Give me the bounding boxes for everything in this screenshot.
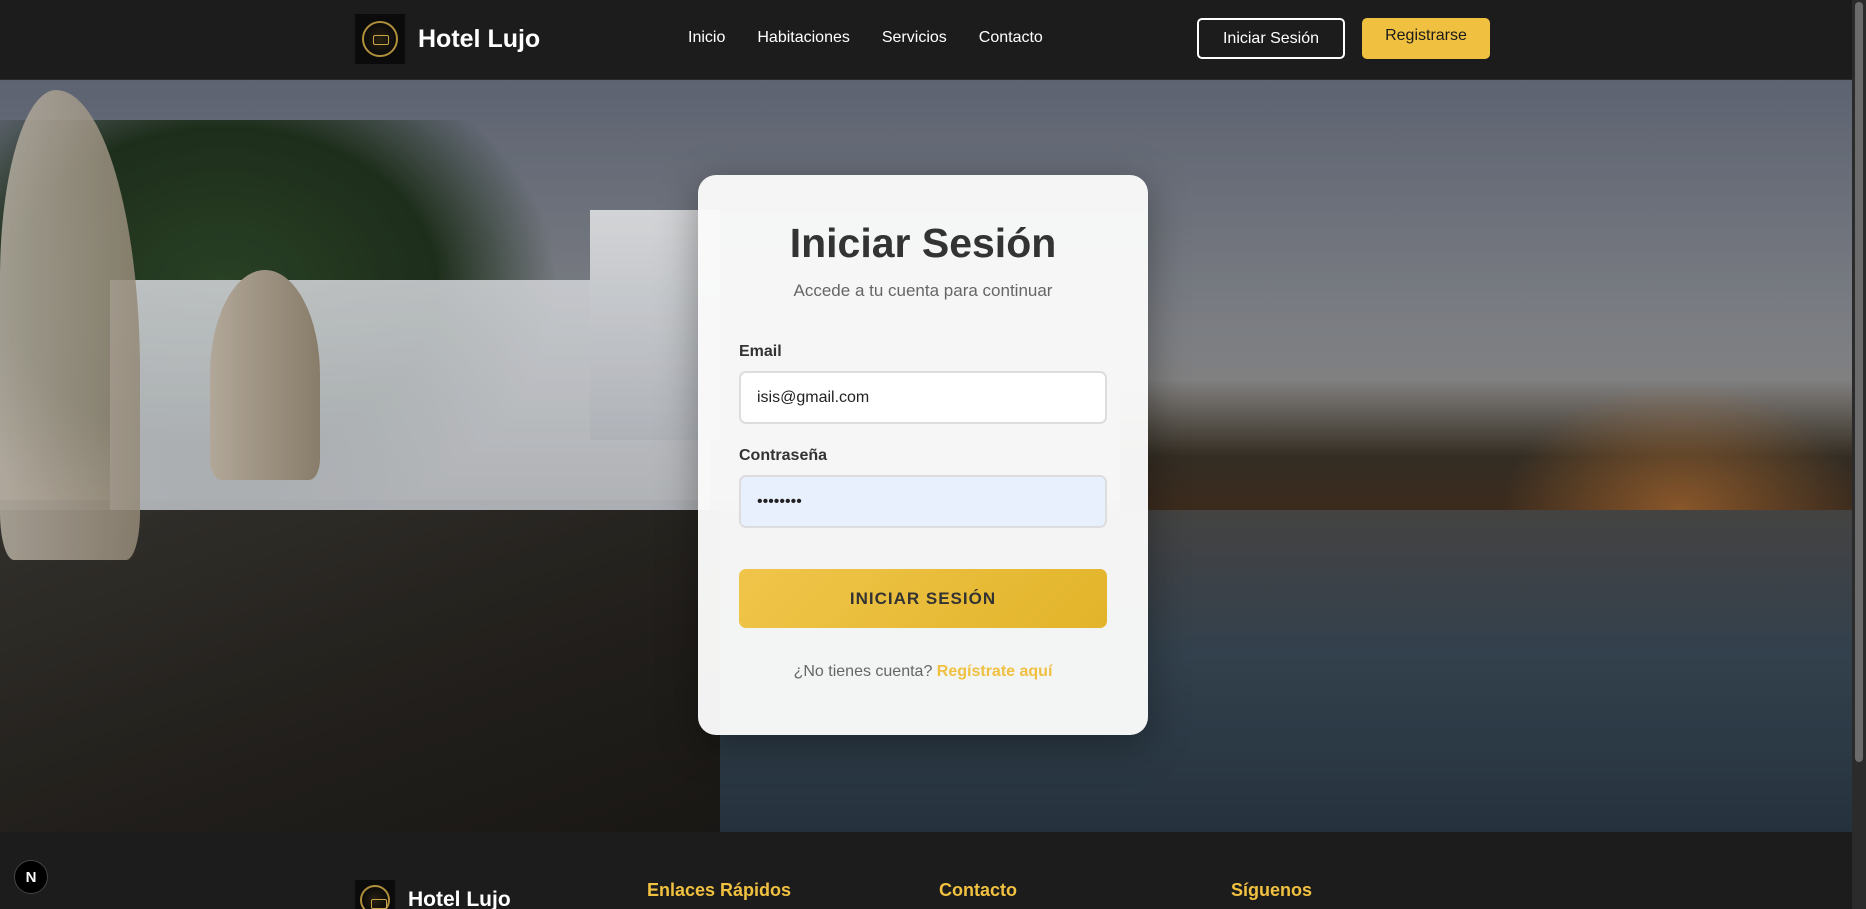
- hotel-logo-icon: [355, 14, 405, 64]
- page-scrollbar[interactable]: [1852, 0, 1866, 909]
- signup-link[interactable]: Regístrate aquí: [937, 663, 1053, 680]
- footer-brand-name: Hotel Lujo: [408, 888, 511, 909]
- footer-heading-contacto: Contacto: [939, 880, 1017, 900]
- nav-link-inicio[interactable]: Inicio: [688, 29, 725, 47]
- login-card: Iniciar Sesión Accede a tu cuenta para c…: [698, 175, 1148, 735]
- top-navbar: Hotel Lujo Inicio Habitaciones Servicios…: [0, 0, 1852, 80]
- footer-heading-siguenos: Síguenos: [1231, 880, 1313, 900]
- email-field[interactable]: [739, 371, 1107, 424]
- password-label: Contraseña: [739, 447, 828, 464]
- signup-prompt: ¿No tienes cuenta?: [793, 663, 933, 680]
- login-submit-button[interactable]: INICIAR SESIÓN: [739, 569, 1107, 628]
- footer-heading-enlaces: Enlaces Rápidos: [647, 880, 792, 900]
- login-title: Iniciar Sesión: [789, 220, 1057, 266]
- header-register-button[interactable]: Registrarse: [1362, 18, 1490, 59]
- nav-link-servicios[interactable]: Servicios: [882, 29, 947, 47]
- nav-link-habitaciones[interactable]: Habitaciones: [757, 29, 850, 47]
- scrollbar-thumb[interactable]: [1855, 2, 1863, 762]
- brand-name: Hotel Lujo: [418, 24, 541, 53]
- password-field[interactable]: [739, 475, 1107, 528]
- nextjs-dev-badge-icon[interactable]: N: [14, 860, 48, 894]
- footer-hotel-logo-icon: [355, 880, 395, 909]
- nav-link-contacto[interactable]: Contacto: [979, 29, 1043, 47]
- main-nav: Inicio Habitaciones Servicios Contacto: [688, 29, 1043, 47]
- footer: Hotel Lujo Enlaces Rápidos Contacto Sígu…: [0, 832, 1852, 909]
- footer-brand: Hotel Lujo: [355, 880, 511, 909]
- header-login-button[interactable]: Iniciar Sesión: [1197, 18, 1345, 59]
- signup-prompt-line: ¿No tienes cuenta? Regístrate aquí: [698, 663, 1148, 681]
- brand[interactable]: Hotel Lujo: [355, 14, 540, 64]
- login-subtitle: Accede a tu cuenta para continuar: [793, 281, 1053, 300]
- email-label: Email: [739, 343, 782, 360]
